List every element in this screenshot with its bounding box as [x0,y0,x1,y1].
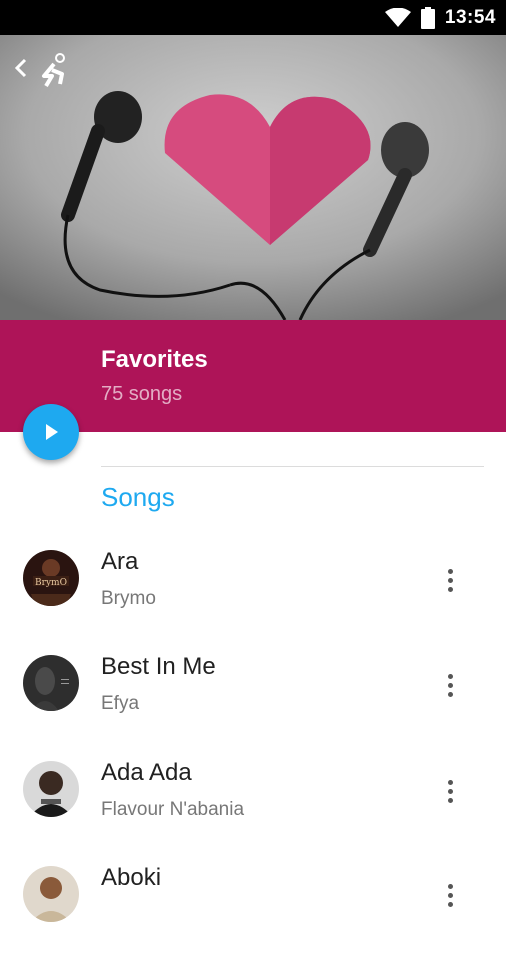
playlist-cover-image [0,35,506,320]
song-title: Ada Ada [101,759,192,786]
dot [447,779,453,785]
battery-icon [420,6,435,29]
playlist-banner [0,320,506,432]
song-row[interactable]: Best In Me Efya [0,653,506,760]
running-figure-icon [42,53,65,88]
dot [447,691,453,697]
dot [447,586,453,592]
play-icon [46,424,58,440]
back-button[interactable] [8,50,34,86]
section-divider [101,466,484,467]
app-logo [32,52,70,90]
song-artist: Efya [101,693,140,714]
song-row[interactable]: Aboki [0,864,506,971]
dot [447,893,453,898]
more-options-button[interactable] [436,878,464,918]
status-time: 13:54 [444,6,496,28]
dot [447,884,453,889]
svg-text:BrymO: BrymO [35,578,67,588]
play-all-button[interactable] [23,404,79,460]
section-title-songs: Songs [101,482,175,512]
more-options-button[interactable] [436,667,464,703]
dot [447,788,453,794]
playlist-song-count: 75 songs [101,383,183,405]
album-art [23,761,79,817]
dot [447,568,453,574]
song-title: Ara [101,548,139,575]
song-title: Best In Me [101,653,216,680]
album-art [23,655,79,711]
song-row[interactable]: BrymO Ara Brymo [0,548,506,655]
status-icons: 13:54 [384,0,496,35]
song-artist: Brymo [101,588,156,609]
dot [447,577,453,583]
playlist-title: Favorites [101,346,208,373]
chevron-left-icon [14,58,27,78]
dot [447,902,453,907]
song-row[interactable]: Ada Ada Flavour N'abania [0,759,506,866]
album-art: BrymO [23,550,79,606]
album-art [23,866,79,922]
more-options-button[interactable] [436,773,464,809]
dot [447,797,453,803]
wifi-icon [384,7,411,27]
status-bar: 13:54 [0,0,506,35]
song-title: Aboki [101,864,162,891]
dot [447,673,453,679]
dot [447,682,453,688]
more-options-button[interactable] [436,562,464,598]
song-artist: Flavour N'abania [101,799,245,820]
